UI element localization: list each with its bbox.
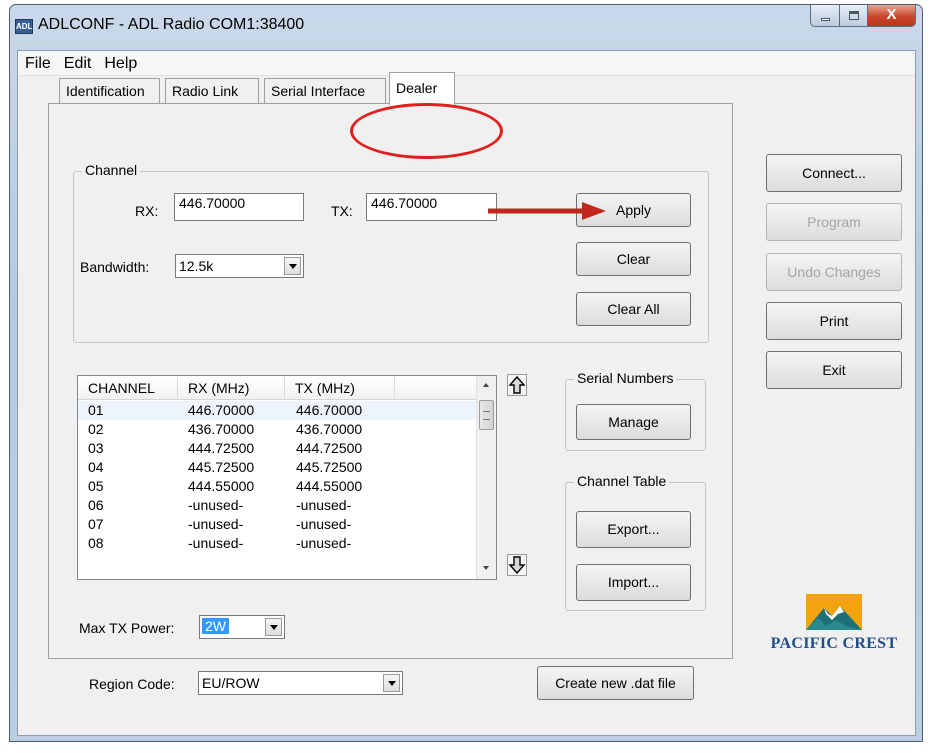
bandwidth-label: Bandwidth:	[80, 259, 150, 275]
column-channel[interactable]: CHANNEL	[78, 376, 178, 400]
window-title: ADLCONF - ADL Radio COM1:38400	[38, 16, 305, 33]
cell-channel: 07	[88, 516, 104, 532]
manage-button[interactable]: Manage	[576, 404, 691, 440]
cell-channel: 05	[88, 478, 104, 494]
connect-button[interactable]: Connect...	[766, 154, 902, 192]
tx-label: TX:	[331, 203, 353, 219]
max-tx-power-select[interactable]: 2W	[199, 615, 285, 639]
scroll-down-icon[interactable]	[477, 560, 496, 577]
cell-rx: 445.72500	[188, 459, 255, 475]
cell-channel: 06	[88, 497, 104, 513]
scroll-up-icon[interactable]	[477, 376, 496, 393]
serial-numbers-title: Serial Numbers	[574, 370, 677, 386]
table-row[interactable]: 04 445.72500 445.72500	[78, 458, 476, 477]
export-button[interactable]: Export...	[576, 511, 691, 548]
cell-tx: 444.72500	[296, 440, 363, 456]
channel-list-scrollbar[interactable]	[476, 376, 496, 579]
maximize-button[interactable]	[840, 5, 868, 27]
table-row[interactable]: 01 446.70000 446.70000	[78, 401, 476, 420]
chevron-down-icon[interactable]	[284, 257, 301, 275]
undo-changes-button[interactable]: Undo Changes	[766, 253, 902, 291]
app-icon: ADL	[15, 19, 33, 34]
cell-tx: 445.72500	[296, 459, 363, 475]
cell-rx: -unused-	[188, 535, 244, 551]
close-button[interactable]: X	[868, 5, 916, 27]
print-button[interactable]: Print	[766, 302, 902, 340]
create-dat-file-button[interactable]: Create new .dat file	[537, 666, 694, 700]
clear-all-button[interactable]: Clear All	[576, 292, 691, 326]
bandwidth-select[interactable]: 12.5k	[175, 254, 304, 278]
apply-button[interactable]: Apply	[576, 193, 691, 227]
tab-radio-link[interactable]: Radio Link	[165, 78, 259, 104]
table-row[interactable]: 06 -unused- -unused-	[78, 496, 476, 515]
channel-list-header: CHANNEL RX (MHz) TX (MHz)	[78, 376, 476, 400]
table-row[interactable]: 05 444.55000 444.55000	[78, 477, 476, 496]
chevron-down-icon[interactable]	[383, 674, 400, 692]
region-code-select[interactable]: EU/ROW	[198, 671, 403, 695]
menu-bar: File Edit Help	[18, 51, 915, 76]
table-row[interactable]: 02 436.70000 436.70000	[78, 420, 476, 439]
pacific-crest-logo: PACIFIC CREST	[766, 594, 902, 664]
logo-text: PACIFIC CREST	[770, 635, 898, 652]
rx-input[interactable]: 446.70000	[174, 193, 304, 221]
channel-group-title: Channel	[82, 162, 141, 178]
menu-help[interactable]: Help	[97, 51, 143, 76]
table-row[interactable]: 08 -unused- -unused-	[78, 534, 476, 553]
cell-channel: 03	[88, 440, 104, 456]
cell-rx: -unused-	[188, 516, 244, 532]
cell-rx: 444.55000	[188, 478, 255, 494]
down-arrow-icon[interactable]	[507, 554, 527, 576]
tx-input[interactable]: 446.70000	[366, 193, 497, 221]
tab-identification[interactable]: Identification	[59, 78, 160, 104]
clear-button[interactable]: Clear	[576, 242, 691, 276]
cell-tx: -unused-	[296, 497, 352, 513]
chevron-down-icon[interactable]	[265, 618, 282, 636]
cell-channel: 01	[88, 402, 104, 418]
bandwidth-value: 12.5k	[179, 258, 214, 274]
max-tx-power-value: 2W	[202, 618, 229, 634]
region-code-value: EU/ROW	[202, 675, 260, 691]
up-arrow-icon[interactable]	[507, 374, 527, 396]
channel-list-rows: 01 446.70000 446.70000 02 436.70000 436.…	[78, 401, 476, 553]
menu-file[interactable]: File	[18, 51, 57, 76]
cell-rx: -unused-	[188, 497, 244, 513]
program-button[interactable]: Program	[766, 203, 902, 241]
tab-dealer[interactable]: Dealer	[389, 72, 455, 105]
column-rx[interactable]: RX (MHz)	[178, 376, 285, 400]
import-button[interactable]: Import...	[576, 564, 691, 601]
cell-rx: 446.70000	[188, 402, 255, 418]
cell-rx: 436.70000	[188, 421, 255, 437]
cell-tx: 444.55000	[296, 478, 363, 494]
minimize-button[interactable]	[810, 5, 840, 27]
cell-tx: -unused-	[296, 535, 352, 551]
channel-table-title: Channel Table	[574, 473, 670, 489]
scroll-thumb[interactable]	[479, 400, 494, 430]
channel-list[interactable]: CHANNEL RX (MHz) TX (MHz) 01 446.70000 4…	[77, 375, 497, 580]
column-tx[interactable]: TX (MHz)	[285, 376, 395, 400]
close-icon: X	[886, 6, 897, 23]
cell-tx: -unused-	[296, 516, 352, 532]
cell-channel: 02	[88, 421, 104, 437]
window-controls: X	[810, 5, 916, 27]
exit-button[interactable]: Exit	[766, 351, 902, 389]
cell-channel: 04	[88, 459, 104, 475]
mountain-logo-icon	[806, 594, 862, 630]
menu-edit[interactable]: Edit	[57, 51, 98, 76]
cell-tx: 446.70000	[296, 402, 363, 418]
max-tx-power-label: Max TX Power:	[79, 620, 175, 636]
tab-serial-interface[interactable]: Serial Interface	[264, 78, 386, 104]
cell-rx: 444.72500	[188, 440, 255, 456]
minimize-icon	[821, 18, 830, 21]
table-row[interactable]: 03 444.72500 444.72500	[78, 439, 476, 458]
region-code-label: Region Code:	[89, 676, 175, 692]
cell-tx: 436.70000	[296, 421, 363, 437]
table-row[interactable]: 07 -unused- -unused-	[78, 515, 476, 534]
maximize-icon	[849, 11, 859, 20]
rx-label: RX:	[135, 203, 159, 219]
title-bar: ADL ADLCONF - ADL Radio COM1:38400 X	[10, 5, 922, 50]
cell-channel: 08	[88, 535, 104, 551]
